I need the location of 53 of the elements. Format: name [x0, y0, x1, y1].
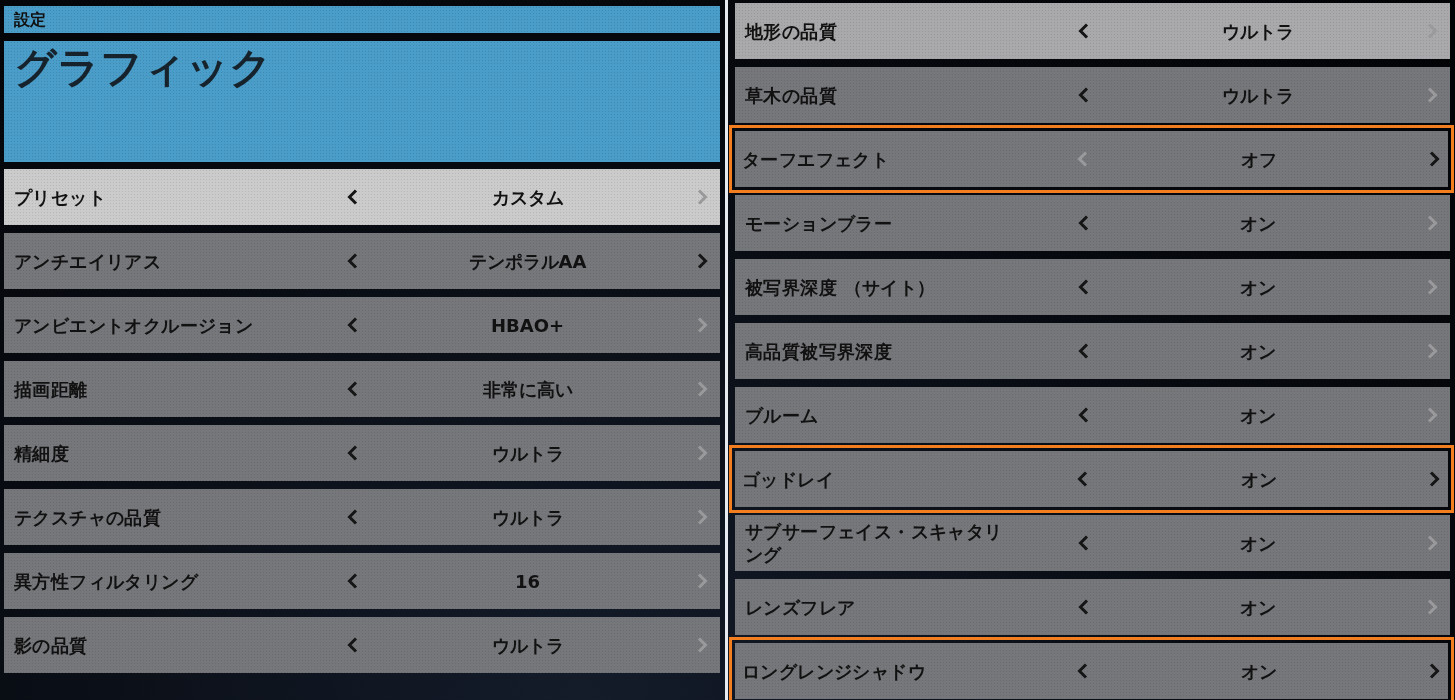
setting-value: ウルトラ — [1222, 83, 1294, 107]
setting-label: レンズフレア — [745, 595, 856, 619]
setting-value: ウルトラ — [491, 441, 564, 465]
setting-label: 地形の品質 — [745, 19, 837, 43]
setting-label: 影の品質 — [14, 633, 88, 657]
chevron-right-icon[interactable] — [697, 253, 708, 269]
setting-value: 16 — [514, 569, 541, 593]
setting-label: ブルーム — [745, 403, 819, 427]
setting-value: HBAO+ — [490, 313, 565, 337]
breadcrumb[interactable]: 設定 — [4, 6, 720, 33]
setting-label: 異方性フィルタリング — [14, 569, 198, 593]
chevron-right-icon[interactable] — [1429, 471, 1440, 487]
setting-label: サブサーフェイス・スキャタリング — [745, 520, 1004, 566]
chevron-left-icon[interactable] — [347, 189, 358, 205]
setting-row[interactable]: ゴッドレイ オン — [729, 445, 1454, 513]
setting-label: 被写界深度 （サイト） — [745, 275, 936, 299]
setting-value: オン — [1240, 211, 1276, 235]
scrollbar[interactable] — [724, 0, 728, 700]
setting-row[interactable]: 地形の品質 ウルトラ — [735, 3, 1450, 59]
setting-label: 精細度 — [14, 441, 70, 465]
chevron-right-icon[interactable] — [1429, 151, 1440, 167]
setting-label: ゴッドレイ — [742, 467, 834, 491]
setting-value: オン — [1240, 275, 1276, 299]
setting-label: モーションブラー — [745, 211, 893, 235]
setting-value: オン — [1240, 339, 1276, 363]
setting-label: 描画距離 — [14, 377, 88, 401]
setting-label: アンビエントオクルージョン — [14, 313, 254, 337]
setting-value: テンポラルAA — [468, 249, 587, 273]
setting-value: オン — [1240, 595, 1276, 619]
setting-value: オン — [1240, 467, 1277, 491]
setting-label: 高品質被写界深度 — [745, 339, 893, 363]
setting-value: ウルトラ — [491, 505, 564, 529]
page-title: グラフィック — [14, 43, 272, 92]
setting-row[interactable]: アンチエイリアス テンポラルAA — [4, 233, 720, 289]
setting-value: ウルトラ — [491, 633, 564, 657]
setting-row[interactable]: ロングレンジシャドウ オン — [729, 637, 1454, 700]
setting-label: 草木の品質 — [745, 83, 837, 107]
setting-row[interactable]: プリセット カスタム — [4, 169, 720, 225]
setting-label: テクスチャの品質 — [14, 505, 162, 529]
setting-value: カスタム — [491, 185, 564, 209]
setting-value: ウルトラ — [1222, 19, 1294, 43]
chevron-right-icon[interactable] — [1429, 663, 1440, 679]
setting-label: アンチエイリアス — [14, 249, 162, 273]
setting-value: 非常に高い — [482, 377, 573, 401]
setting-value: オン — [1240, 403, 1276, 427]
setting-value: オフ — [1240, 147, 1277, 171]
setting-row[interactable]: ターフエフェクト オフ — [729, 125, 1454, 193]
setting-value: オン — [1240, 531, 1276, 555]
chevron-left-icon[interactable] — [1078, 23, 1089, 39]
setting-label: プリセット — [14, 185, 106, 209]
setting-value: オン — [1240, 659, 1277, 683]
setting-label: ロングレンジシャドウ — [742, 659, 926, 683]
setting-label: ターフエフェクト — [742, 147, 890, 171]
